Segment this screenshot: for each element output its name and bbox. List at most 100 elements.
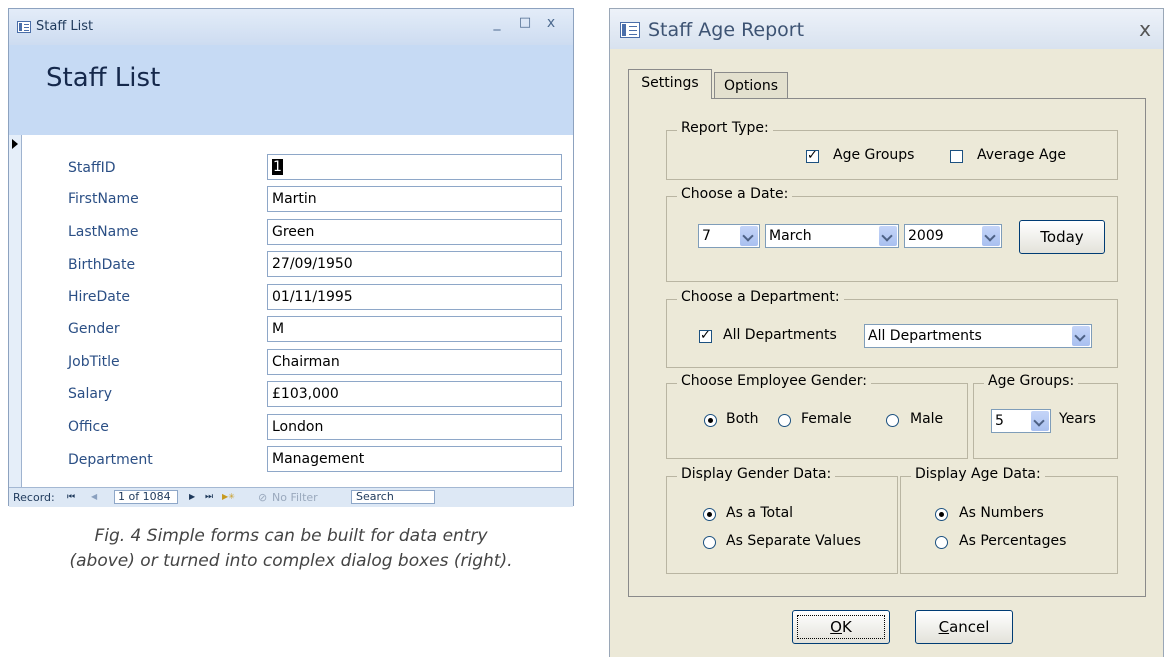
report-type-group: Report Type: Age Groups Average Age [666, 120, 1118, 180]
current-record-box[interactable]: 1 of 1084 [114, 490, 178, 504]
age-as-numbers-label: As Numbers [959, 505, 1044, 521]
record-navigation-bar: Record: ⏮ ◀ 1 of 1084 ▶ ⏭ ▶✳ ⊘ No Filter… [9, 487, 573, 507]
day-combo[interactable]: 7 [698, 224, 760, 248]
choose-date-group: Choose a Date: 7 March 2009 Today [666, 186, 1118, 282]
age-group-size-combo[interactable]: 5 [991, 409, 1051, 433]
record-label: Record: [13, 491, 55, 504]
display-gender-data-legend: Display Gender Data: [677, 466, 836, 482]
form-header: Staff List [9, 45, 573, 135]
gender-both-radio[interactable] [704, 414, 717, 427]
ok-button[interactable]: OK [792, 610, 890, 644]
field-label-jobtitle: JobTitle [68, 354, 120, 370]
caption-line-2: (above) or turned into complex dialog bo… [69, 551, 513, 571]
staffid-value: 1 [272, 159, 283, 175]
average-age-label: Average Age [977, 147, 1067, 163]
field-label-department: Department [68, 452, 153, 468]
age-as-numbers-radio[interactable] [935, 508, 948, 521]
staff-age-report-dialog: Staff Age Report x Settings Options Repo… [609, 8, 1164, 657]
field-label-lastname: LastName [68, 224, 139, 240]
gender-female-radio[interactable] [778, 414, 791, 427]
filter-icon: ⊘ [258, 491, 268, 504]
choose-date-legend: Choose a Date: [677, 186, 793, 202]
last-record-icon[interactable]: ⏭ [205, 492, 213, 502]
tab-settings[interactable]: Settings [628, 69, 712, 99]
year-value: 2009 [908, 228, 944, 244]
display-age-data-group: Display Age Data: As Numbers As Percenta… [900, 466, 1118, 574]
chevron-down-icon[interactable] [1072, 326, 1090, 346]
today-button[interactable]: Today [1019, 220, 1105, 254]
gender-as-total-label: As a Total [726, 505, 794, 521]
staff-list-titlebar[interactable]: Staff List _ □ x [9, 9, 573, 45]
display-gender-data-group: Display Gender Data: As a Total As Separ… [666, 466, 898, 574]
chevron-down-icon[interactable] [982, 226, 1000, 246]
age-as-percentages-label: As Percentages [959, 533, 1067, 549]
department-field[interactable]: Management [267, 446, 562, 472]
gender-as-total-radio[interactable] [703, 508, 716, 521]
all-departments-label: All Departments [723, 327, 837, 343]
age-groups-group: Age Groups: 5 Years [973, 373, 1118, 459]
field-label-firstname: FirstName [68, 191, 139, 207]
close-button[interactable]: x [541, 15, 561, 31]
lastname-field[interactable]: Green [267, 219, 562, 245]
firstname-field[interactable]: Martin [267, 186, 562, 212]
jobtitle-field[interactable]: Chairman [267, 349, 562, 375]
next-record-icon[interactable]: ▶ [189, 492, 195, 501]
gender-as-separate-radio[interactable] [703, 536, 716, 549]
form-icon [17, 21, 31, 33]
staff-list-window-title: Staff List [36, 19, 94, 34]
month-combo[interactable]: March [765, 224, 899, 248]
hiredate-field[interactable]: 01/11/1995 [267, 284, 562, 310]
average-age-checkbox[interactable] [950, 150, 963, 163]
day-value: 7 [702, 228, 711, 244]
no-filter-button[interactable]: No Filter [272, 491, 318, 504]
field-label-hiredate: HireDate [68, 289, 130, 305]
report-type-legend: Report Type: [677, 120, 773, 136]
years-label: Years [1059, 411, 1096, 427]
birthdate-field[interactable]: 27/09/1950 [267, 251, 562, 277]
age-as-percentages-radio[interactable] [935, 536, 948, 549]
gender-female-label: Female [801, 411, 852, 427]
figure-caption: Fig. 4 Simple forms can be built for dat… [0, 524, 582, 574]
cancel-button[interactable]: Cancel [915, 610, 1013, 644]
gender-male-radio[interactable] [886, 414, 899, 427]
previous-record-icon[interactable]: ◀ [91, 492, 97, 501]
form-heading: Staff List [46, 63, 161, 93]
form-icon [620, 22, 640, 38]
record-selector[interactable] [9, 135, 22, 487]
staffid-field[interactable]: 1 [267, 154, 562, 180]
first-record-icon[interactable]: ⏮ [67, 492, 75, 502]
age-groups-checkbox[interactable] [806, 148, 819, 163]
office-field[interactable]: London [267, 414, 562, 440]
field-label-birthdate: BirthDate [68, 257, 136, 273]
chevron-down-icon[interactable] [740, 226, 758, 246]
department-combo[interactable]: All Departments [864, 324, 1092, 348]
age-group-size-value: 5 [995, 413, 1004, 429]
field-label-salary: Salary [68, 386, 112, 402]
gender-as-separate-label: As Separate Values [726, 533, 861, 549]
gender-both-label: Both [726, 411, 759, 427]
staff-list-window: Staff List _ □ x Staff List StaffID 1 Fi… [8, 8, 574, 507]
chevron-down-icon[interactable] [1031, 411, 1049, 431]
field-label-office: Office [68, 419, 109, 435]
field-label-gender: Gender [68, 321, 120, 337]
dialog-title: Staff Age Report [648, 19, 805, 41]
salary-field[interactable]: £103,000 [267, 381, 562, 407]
all-departments-checkbox[interactable] [699, 328, 712, 343]
search-input[interactable]: Search [351, 490, 435, 504]
year-combo[interactable]: 2009 [904, 224, 1002, 248]
maximize-button[interactable]: □ [515, 15, 535, 30]
gender-field[interactable]: M [267, 316, 562, 342]
cancel-label-rest: ancel [949, 618, 990, 636]
dialog-titlebar[interactable]: Staff Age Report x [610, 9, 1163, 49]
cancel-accelerator: C [938, 618, 950, 636]
month-value: March [769, 228, 812, 244]
employee-gender-legend: Choose Employee Gender: [677, 373, 871, 389]
minimize-button[interactable]: _ [487, 15, 507, 31]
chevron-down-icon[interactable] [879, 226, 897, 246]
focus-rectangle [797, 615, 885, 639]
gender-male-label: Male [910, 411, 944, 427]
dialog-close-button[interactable]: x [1139, 17, 1151, 41]
choose-department-legend: Choose a Department: [677, 289, 844, 305]
tab-options[interactable]: Options [714, 72, 788, 99]
new-record-icon[interactable]: ▶✳ [222, 492, 235, 501]
